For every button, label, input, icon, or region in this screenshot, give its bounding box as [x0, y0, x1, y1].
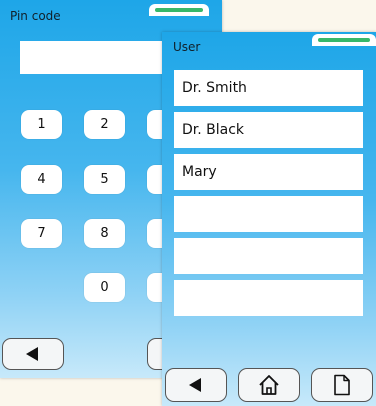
- user-item-empty-1[interactable]: [174, 196, 363, 232]
- key-8[interactable]: 8: [84, 219, 125, 248]
- user-item-empty-2[interactable]: [174, 238, 363, 274]
- back-arrow-icon: [26, 347, 38, 361]
- key-2[interactable]: 2: [84, 110, 125, 139]
- user-item-dr-smith[interactable]: Dr. Smith: [174, 70, 363, 106]
- key-7[interactable]: 7: [21, 219, 62, 248]
- key-5[interactable]: 5: [84, 165, 125, 194]
- key-1[interactable]: 1: [21, 110, 62, 139]
- pin-panel-title: Pin code: [10, 9, 61, 23]
- key-0[interactable]: 0: [84, 273, 125, 302]
- back-button[interactable]: [165, 368, 227, 402]
- handle-stripe: [318, 38, 370, 42]
- user-panel-title: User: [173, 40, 201, 54]
- user-panel-handle[interactable]: [312, 34, 376, 46]
- pin-panel-handle[interactable]: [149, 4, 209, 16]
- user-item-mary[interactable]: Mary: [174, 154, 363, 190]
- user-item-empty-3[interactable]: [174, 280, 363, 316]
- document-button[interactable]: [311, 368, 373, 402]
- home-icon: [259, 375, 279, 395]
- pin-back-button[interactable]: [2, 338, 64, 370]
- document-icon: [334, 374, 350, 396]
- user-item-dr-black[interactable]: Dr. Black: [174, 112, 363, 148]
- user-panel: User Dr. Smith Dr. Black Mary: [162, 32, 376, 406]
- home-button[interactable]: [238, 368, 300, 402]
- handle-stripe: [155, 8, 203, 12]
- back-arrow-icon: [189, 378, 201, 392]
- key-4[interactable]: 4: [21, 165, 62, 194]
